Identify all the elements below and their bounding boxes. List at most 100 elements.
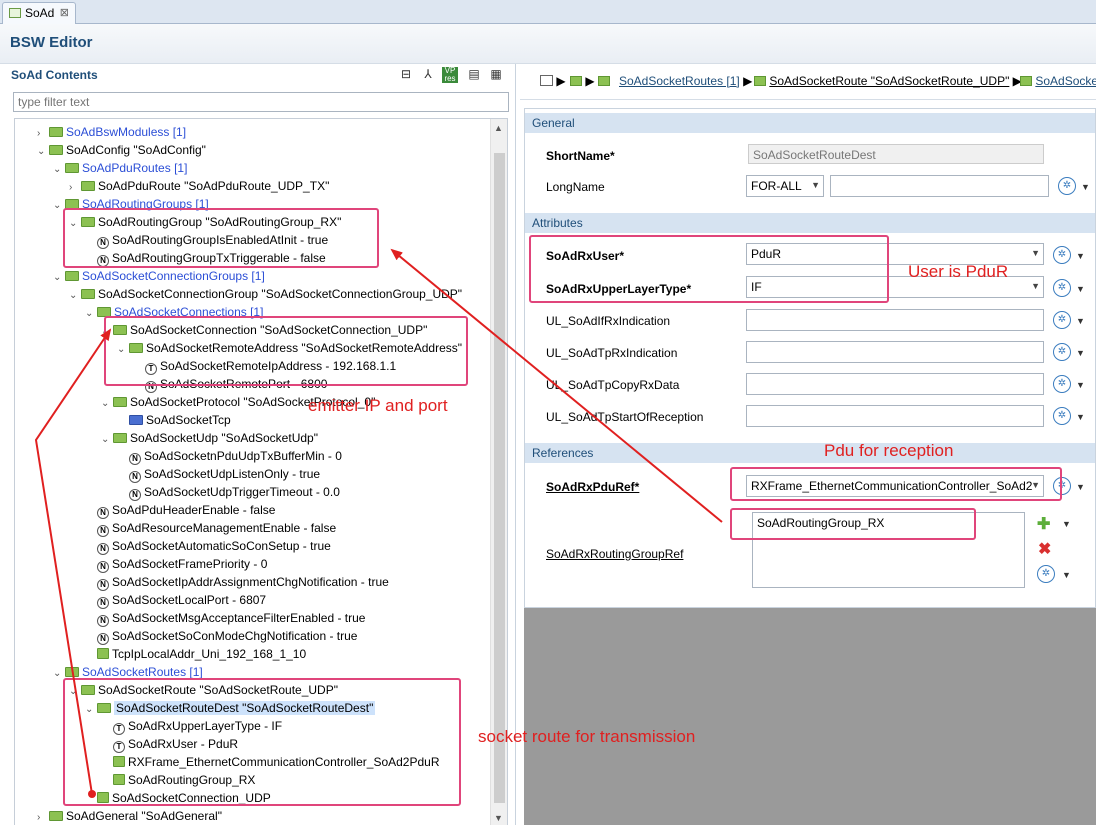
routinggroupref-label[interactable]: SoAdRxRoutingGroupRef (546, 547, 683, 561)
config-action-icon[interactable]: ✲ (1053, 279, 1071, 297)
numeric-param-icon: N (97, 561, 109, 573)
longname-field[interactable] (830, 175, 1049, 197)
tree-item[interactable]: › SoAdBswModuless [1] (37, 123, 186, 141)
tree-item[interactable]: N SoAdSocketSoConModeChgNotification - tr… (85, 627, 357, 645)
grid-icon[interactable]: ▦ (488, 67, 504, 83)
validate-icon[interactable]: VP res (442, 67, 458, 83)
folder-icon[interactable] (598, 74, 610, 88)
folder-icon (65, 667, 79, 677)
chevron-down-icon[interactable]: ⌄ (85, 305, 97, 323)
folder-icon (754, 76, 766, 86)
config-action-icon[interactable]: ✲ (1053, 343, 1071, 361)
boolean-param-icon: N (97, 633, 109, 645)
boolean-param-icon: N (97, 579, 109, 591)
chevron-down-icon[interactable]: ⌄ (37, 143, 49, 161)
collapse-all-icon[interactable]: ⊟ (398, 67, 414, 83)
config-action-icon[interactable]: ✲ (1053, 311, 1071, 329)
longname-label: LongName (546, 180, 605, 194)
chevron-down-icon[interactable]: ▼ (1081, 182, 1090, 192)
tree-item[interactable]: › SoAdGeneral "SoAdGeneral" (37, 807, 222, 825)
folder-icon (113, 433, 127, 443)
longname-language-select[interactable]: FOR-ALL ▼ (746, 175, 824, 197)
shortname-field[interactable]: SoAdSocketRouteDest (748, 144, 1044, 164)
tree-item[interactable]: › SoAdPduRoute "SoAdPduRoute_UDP_TX" (69, 177, 329, 195)
annotation-user: User is PduR (908, 262, 1009, 281)
section-general[interactable]: General (525, 113, 1095, 133)
ul-ifrxindication-field[interactable] (746, 309, 1044, 331)
chevron-down-icon[interactable]: ⌄ (53, 161, 65, 179)
boolean-param-icon: N (97, 543, 109, 555)
folder-icon (1020, 76, 1032, 86)
close-icon[interactable]: ⊠ (60, 6, 69, 19)
chevron-down-icon[interactable]: ⌄ (69, 287, 81, 305)
chevron-down-icon[interactable]: ▼ (1076, 284, 1085, 294)
tree-item[interactable]: N SoAdSocketUdpListenOnly - true (117, 465, 320, 483)
tree-scrollbar[interactable]: ▲ ▼ (490, 119, 507, 825)
shortname-label: ShortName* (546, 149, 615, 163)
chevron-down-icon[interactable]: ⌄ (53, 269, 65, 287)
chevron-down-icon[interactable]: ▼ (1076, 251, 1085, 261)
tree-item[interactable]: N SoAdSocketMsgAcceptanceFilterEnabled - … (85, 609, 365, 627)
breadcrumb-item[interactable]: SoAdSocketRoutes [1] ▶ (619, 74, 752, 88)
annotation-box (730, 467, 1062, 501)
config-action-icon[interactable]: ✲ (1037, 565, 1055, 583)
ul-tpstartofreception-label: UL_SoAdTpStartOfReception (546, 410, 704, 424)
tab-soad[interactable]: SoAd ⊠ (2, 2, 76, 24)
chevron-down-icon[interactable]: ▼ (1062, 570, 1071, 580)
tree-item[interactable]: N SoAdResourceManagementEnable - false (85, 519, 336, 537)
chevron-down-icon[interactable]: ▼ (1076, 348, 1085, 358)
chevron-down-icon[interactable]: ▼ (1076, 316, 1085, 326)
tree-item[interactable]: ⌄ SoAdSocketConnectionGroup "SoAdSocketCo… (69, 285, 462, 303)
document-icon[interactable]: ▤ (466, 67, 482, 83)
config-action-icon[interactable]: ✲ (1058, 177, 1076, 195)
tree-item[interactable]: TcpIpLocalAddr_Uni_192_168_1_10 (85, 645, 306, 663)
tree-item[interactable]: ⌄ SoAdSocketUdp "SoAdSocketUdp" (101, 429, 318, 447)
chevron-right-icon[interactable]: › (37, 809, 49, 825)
tree-item[interactable]: ⌄ SoAdSocketConnectionGroups [1] (53, 267, 265, 285)
chevron-down-icon[interactable]: ▼ (1076, 412, 1085, 422)
breadcrumb-item[interactable]: SoAdSocketRoute "SoAdSocketRoute_UDP" ▶ (754, 74, 1022, 88)
annotation-box (104, 316, 468, 386)
config-action-icon[interactable]: ✲ (1053, 246, 1071, 264)
folder-icon (129, 415, 143, 425)
chevron-down-icon[interactable]: ⌄ (101, 431, 113, 449)
ul-tpcopyrxdata-field[interactable] (746, 373, 1044, 395)
pduref-label[interactable]: SoAdRxPduRef* (546, 480, 639, 494)
tree-item[interactable]: N SoAdSocketFramePriority - 0 (85, 555, 267, 573)
chevron-down-icon[interactable]: ▼ (1076, 380, 1085, 390)
editor-title: BSW Editor (10, 34, 93, 51)
tree-item[interactable]: ⌄ SoAdConfig "SoAdConfig" (37, 141, 206, 159)
tree-item[interactable]: N SoAdSocketAutomaticSoConSetup - true (85, 537, 331, 555)
tree-item[interactable]: SoAdSocketTcp (117, 411, 231, 429)
ul-tpstartofreception-field[interactable] (746, 405, 1044, 427)
chevron-down-icon[interactable]: ⌄ (101, 395, 113, 413)
chevron-down-icon[interactable]: ▼ (1062, 519, 1071, 529)
delete-icon[interactable]: ✖ (1038, 539, 1051, 559)
home-icon[interactable]: ▶ (540, 74, 566, 88)
scroll-down-icon[interactable]: ▼ (494, 813, 503, 823)
filter-input[interactable] (13, 92, 509, 112)
editor-tab-strip: SoAd ⊠ (0, 0, 1096, 24)
config-action-icon[interactable]: ✲ (1053, 375, 1071, 393)
folder-icon[interactable]: ▶ (570, 74, 595, 88)
scroll-up-icon[interactable]: ▲ (494, 123, 503, 133)
section-attributes[interactable]: Attributes (525, 213, 1095, 233)
tree-item[interactable]: N SoAdSocketLocalPort - 6807 (85, 591, 266, 609)
editor-form-panel: ▶ ▶ SoAdSocketRoutes [1] ▶ SoAdSocketRou… (520, 64, 1096, 825)
tree-item[interactable]: ⌄ SoAdPduRoutes [1] (53, 159, 187, 177)
chevron-down-icon: ▼ (1031, 248, 1040, 258)
numeric-param-icon: N (129, 453, 141, 465)
tree-item[interactable]: N SoAdSocketIpAddrAssignmentChgNotificati… (85, 573, 389, 591)
add-icon[interactable]: ✚ (1037, 514, 1050, 534)
breadcrumb-item[interactable]: SoAdSocke (1020, 74, 1096, 88)
chevron-down-icon[interactable]: ▼ (1076, 482, 1085, 492)
tree-item[interactable]: N SoAdPduHeaderEnable - false (85, 501, 275, 519)
config-action-icon[interactable]: ✲ (1053, 407, 1071, 425)
tree-item[interactable]: N SoAdSocketUdpTriggerTimeout - 0.0 (117, 483, 340, 501)
hierarchy-icon[interactable]: ⅄ (420, 67, 436, 83)
tree-item[interactable]: N SoAdSocketnPduUdpTxBufferMin - 0 (117, 447, 342, 465)
section-references[interactable]: References (525, 443, 1095, 463)
ul-tprxindication-field[interactable] (746, 341, 1044, 363)
scrollbar-thumb[interactable] (494, 153, 505, 803)
ul-tpcopyrxdata-label: UL_SoAdTpCopyRxData (546, 378, 680, 392)
